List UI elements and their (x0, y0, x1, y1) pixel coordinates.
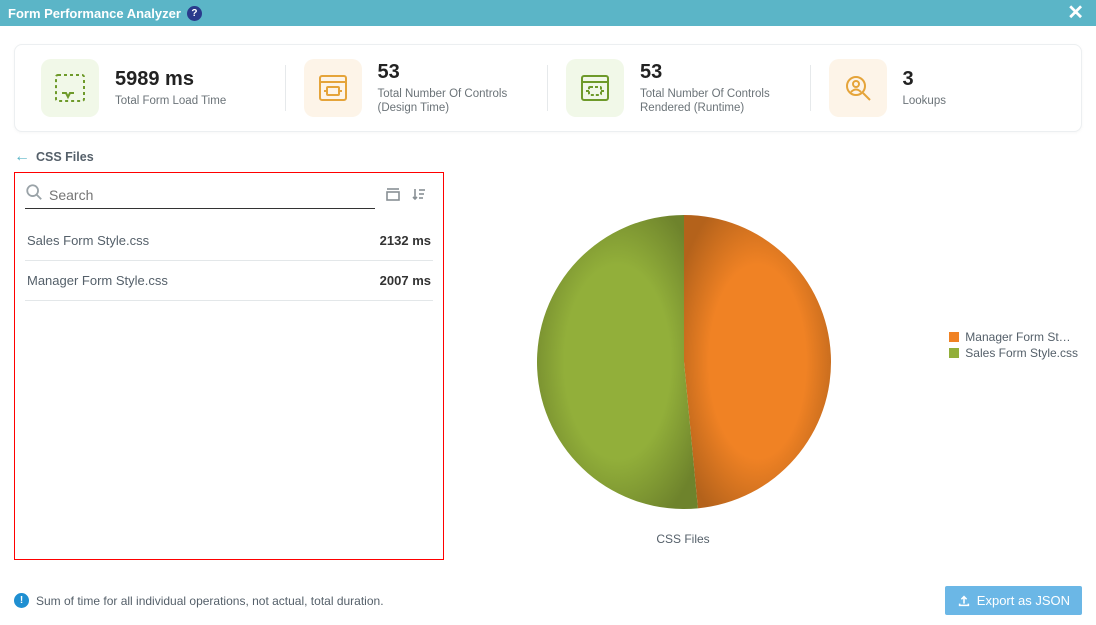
legend-swatch (949, 348, 959, 358)
file-name: Manager Form Style.css (27, 273, 168, 288)
legend-swatch (949, 332, 959, 342)
metric-value: 53 (640, 61, 790, 84)
metric-label: Lookups (903, 94, 946, 108)
file-time: 2007 ms (380, 273, 431, 288)
metric-value: 5989 ms (115, 68, 226, 91)
chart-panel: Manager Form St… Sales Form Style.css CS… (444, 172, 1082, 560)
metric-value: 53 (378, 61, 528, 84)
controls-runtime-icon (566, 59, 624, 117)
pie-chart (534, 212, 834, 512)
legend-item: Sales Form Style.css (949, 346, 1078, 360)
search-field-wrap[interactable] (25, 183, 375, 209)
search-input[interactable] (49, 187, 375, 203)
file-list: Sales Form Style.css 2132 ms Manager For… (15, 221, 443, 301)
export-json-button[interactable]: Export as JSON (945, 586, 1082, 615)
export-label: Export as JSON (977, 593, 1070, 608)
file-name: Sales Form Style.css (27, 233, 149, 248)
legend-label: Sales Form Style.css (965, 346, 1078, 360)
metric-controls-runtime: 53 Total Number Of Controls Rendered (Ru… (548, 59, 811, 117)
help-icon[interactable]: ? (187, 6, 202, 21)
chart-legend: Manager Form St… Sales Form Style.css (949, 330, 1078, 362)
file-list-panel: Sales Form Style.css 2132 ms Manager For… (14, 172, 444, 560)
search-icon (25, 183, 43, 206)
timer-icon (41, 59, 99, 117)
controls-icon (304, 59, 362, 117)
legend-item: Manager Form St… (949, 330, 1078, 344)
close-button[interactable]: ✕ (1063, 3, 1088, 23)
metric-controls-design: 53 Total Number Of Controls (Design Time… (286, 59, 549, 117)
lookup-icon (829, 59, 887, 117)
metric-value: 3 (903, 68, 946, 91)
footer-note: Sum of time for all individual operation… (36, 594, 384, 608)
chart-title: CSS Files (444, 532, 922, 546)
metric-label: Total Form Load Time (115, 94, 226, 108)
metrics-card: 5989 ms Total Form Load Time 53 Total Nu… (14, 44, 1082, 132)
section-header: ← CSS Files (14, 148, 1082, 166)
file-row[interactable]: Sales Form Style.css 2132 ms (25, 221, 433, 261)
metric-lookups: 3 Lookups (811, 59, 1074, 117)
app-title: Form Performance Analyzer (8, 6, 181, 21)
metric-label: Total Number Of Controls (Design Time) (378, 87, 528, 116)
metric-label: Total Number Of Controls Rendered (Runti… (640, 87, 790, 116)
legend-label: Manager Form St… (965, 330, 1070, 344)
footer: ! Sum of time for all individual operati… (14, 586, 1082, 615)
columns-icon[interactable] (385, 186, 401, 207)
file-row[interactable]: Manager Form Style.css 2007 ms (25, 261, 433, 301)
metric-load-time: 5989 ms Total Form Load Time (23, 59, 286, 117)
section-title: CSS Files (36, 150, 94, 164)
search-row (15, 173, 443, 213)
upload-icon (957, 594, 971, 608)
file-time: 2132 ms (380, 233, 431, 248)
titlebar: Form Performance Analyzer ? ✕ (0, 0, 1096, 26)
info-icon: ! (14, 593, 29, 608)
sort-icon[interactable] (411, 186, 427, 207)
back-arrow-icon[interactable]: ← (14, 148, 30, 166)
